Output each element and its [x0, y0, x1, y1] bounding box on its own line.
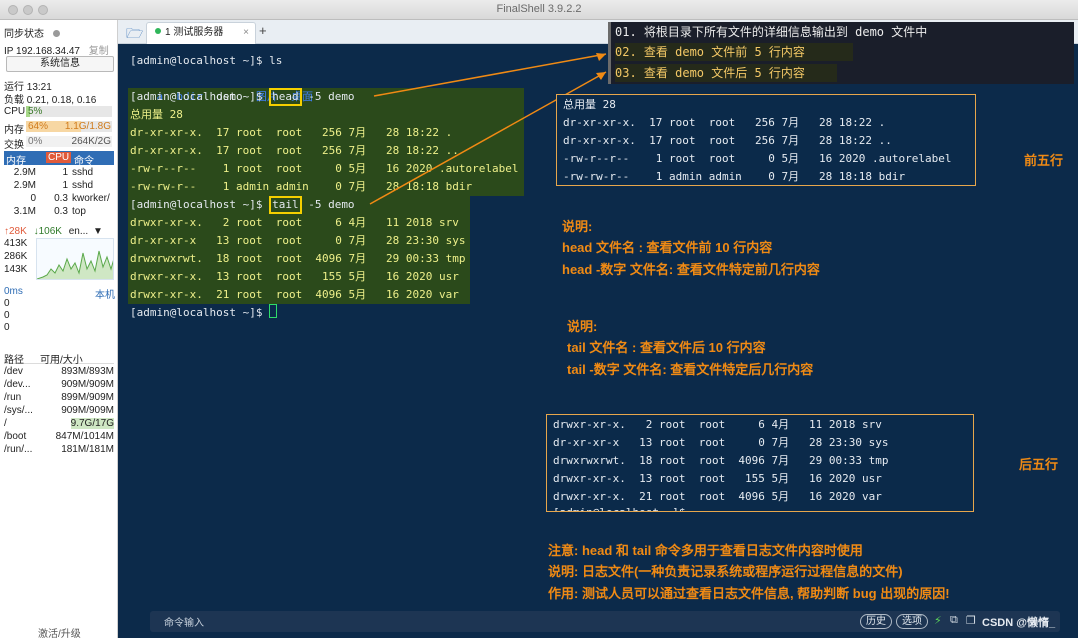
window-title: FinalShell 3.9.2.2	[496, 3, 582, 15]
mem-percent: 64%	[28, 121, 49, 132]
frame-line: dr-xr-xr-x 13 root root 0 7月 28 23:30 sy…	[553, 436, 889, 449]
head-output-frame: 总用量 28 dr-xr-xr-x. 17 root root 256 7月 2…	[556, 94, 976, 186]
net-interface-select[interactable]: en...	[69, 226, 88, 237]
frame-line: dr-xr-xr-x. 17 root root 256 7月 28 18:22…	[563, 116, 886, 129]
latency-scale-0: 0	[4, 298, 10, 309]
paste-icon[interactable]: ❐	[966, 614, 976, 627]
mem-value: 1.1G/1.8G	[64, 121, 111, 132]
table-row[interactable]: /sys/... 909M/909M	[4, 405, 114, 418]
tab-label: 1 测试服务器	[165, 27, 224, 38]
copy-icon[interactable]: ⧉	[950, 614, 958, 627]
net-scale-1: 286K	[4, 251, 28, 262]
load-average: 负载 0.21, 0.18, 0.16	[4, 95, 97, 106]
ip-row: IP 192.168.34.47 复制	[4, 42, 109, 57]
swap-meter: 0% 264K/2G	[26, 136, 112, 147]
title-bar: FinalShell 3.9.2.2	[0, 0, 1078, 20]
frame-line: -rw-r--r-- 1 root root 0 5月 16 2020 .aut…	[563, 152, 952, 165]
table-row[interactable]: /boot 847M/1014M	[4, 431, 114, 444]
fs-header-path[interactable]: 路径	[4, 351, 24, 366]
sync-status: 同步状态	[4, 25, 60, 40]
chevron-down-icon[interactable]: ▼	[93, 226, 103, 237]
swap-percent: 0%	[28, 136, 43, 147]
proc-header-cpu[interactable]: CPU	[46, 152, 72, 163]
table-row[interactable]: /dev... 909M/909M	[4, 379, 114, 392]
sysinfo-button[interactable]: 系统信息	[6, 56, 114, 72]
options-button[interactable]: 选项	[896, 614, 928, 629]
tab-test-server[interactable]: 1 测试服务器 ×	[146, 22, 256, 44]
table-row[interactable]: 3.1M 0.3 top	[4, 206, 114, 219]
command-input-bar[interactable]: 命令输入 历史 选项 ⚡ ⧉ ❐ CSDN @懒惰_	[150, 611, 1060, 632]
status-dot-icon	[52, 30, 60, 37]
history-button[interactable]: 历史	[860, 614, 892, 629]
frame-line: drwxr-xr-x. 13 root root 155 5月 16 2020 …	[553, 472, 882, 485]
table-row[interactable]: 2.9M 1 sshd	[4, 180, 114, 193]
frame-line: [admin@localhost ~]$	[553, 504, 685, 511]
network-row: ↑28K ↓106K en... ▼	[4, 226, 103, 237]
frame-line: drwxrwxrwt. 18 root root 4096 7月 29 00:3…	[553, 454, 889, 467]
sync-status-label: 同步状态	[4, 29, 44, 40]
frame-line: drwxr-xr-x. 2 root root 6 4月 11 2018 srv	[553, 418, 882, 431]
steps-panel: 01. 将根目录下所有文件的详细信息输出到 demo 文件中 02. 查看 de…	[608, 22, 1074, 84]
table-row[interactable]: /9.7G/17G	[4, 418, 114, 431]
note-tail-title: 说明:	[567, 319, 598, 334]
watermark: CSDN @懒惰_	[982, 617, 1056, 629]
frame-line: dr-xr-xr-x. 17 root root 256 7月 28 18:22…	[563, 134, 892, 147]
upgrade-link[interactable]: 激活/升级	[38, 625, 81, 638]
net-scale-2: 143K	[4, 264, 28, 275]
annotation-arrows	[369, 53, 607, 205]
arrow-line	[373, 53, 607, 97]
cpu-value: 5%	[28, 106, 43, 117]
tail-output-frame: drwxr-xr-x. 2 root root 6 4月 11 2018 srv…	[546, 414, 974, 512]
arrow-head-icon	[596, 53, 606, 61]
latency-value: 0ms	[4, 286, 23, 297]
net-scale-0: 413K	[4, 238, 28, 249]
step-3: 03. 查看 demo 文件后 5 行内容	[615, 64, 837, 82]
step-1: 01. 将根目录下所有文件的详细信息输出到 demo 文件中	[615, 25, 928, 39]
table-row[interactable]: 0 0.3 kworker/	[4, 193, 114, 206]
step-2: 02. 查看 demo 文件前 5 行内容	[615, 43, 853, 61]
swap-label: 交换	[4, 140, 24, 151]
net-down: ↓106K	[33, 226, 62, 237]
note-head-1: head 文件名 : 查看文件前 10 行内容	[562, 240, 773, 255]
latency-scale-2: 0	[4, 322, 10, 333]
tail-side-label: 后五行	[1019, 457, 1059, 472]
frame-line: 总用量 28	[563, 98, 616, 111]
command-input[interactable]: 命令输入	[164, 614, 204, 629]
proc-header-cmd[interactable]: 命令	[74, 152, 94, 167]
latency-scale-1: 0	[4, 310, 10, 321]
note-bottom-1: 注意: head 和 tail 命令多用于查看日志文件内容时使用	[548, 543, 863, 558]
head-side-label: 前五行	[1024, 153, 1064, 168]
network-graph	[36, 238, 114, 280]
fs-table-header: 路径 可用/大小	[4, 351, 114, 366]
cpu-label: CPU	[4, 106, 26, 117]
note-head-title: 说明:	[562, 219, 593, 234]
table-row[interactable]: /run/... 181M/181M	[4, 444, 114, 457]
mem-label: 内存	[4, 125, 24, 136]
sidebar: 同步状态 IP 192.168.34.47 复制 系统信息 运行 13:21 负…	[0, 20, 118, 638]
net-up: ↑28K	[4, 226, 27, 237]
lightning-icon[interactable]: ⚡	[934, 614, 942, 627]
table-row[interactable]: /dev 893M/893M	[4, 366, 114, 379]
network-graph-svg	[37, 250, 113, 279]
note-tail-2: tail -数字 文件名: 查看文件特定后几行内容	[567, 362, 814, 377]
cpu-meter: 5%	[26, 106, 112, 117]
close-tab-icon[interactable]: ×	[243, 23, 249, 43]
table-row[interactable]: 2.9M 1 sshd	[4, 167, 114, 180]
proc-header-mem[interactable]: 内存	[6, 152, 26, 167]
table-row[interactable]: /run 899M/909M	[4, 392, 114, 405]
process-table-header: 内存 CPU 命令	[4, 151, 114, 167]
note-bottom-3: 作用: 测试人员可以通过查看日志文件信息, 帮助判断 bug 出现的原因!	[548, 586, 950, 601]
add-tab-button[interactable]: +	[259, 23, 267, 38]
mem-meter: 64% 1.1G/1.8G	[26, 121, 112, 132]
frame-line: -rw-rw-r-- 1 admin admin 0 7月 28 18:18 b…	[563, 170, 906, 183]
fs-header-size[interactable]: 可用/大小	[40, 351, 83, 366]
connected-dot-icon	[155, 28, 161, 34]
swap-value: 264K/2G	[71, 136, 111, 147]
latency-host[interactable]: 本机	[95, 286, 115, 301]
note-bottom-2: 说明: 日志文件(一种负责记录系统或程序运行过程信息的文件)	[548, 564, 903, 579]
note-tail-1: tail 文件名 : 查看文件后 10 行内容	[567, 340, 766, 355]
note-head-2: head -数字 文件名: 查看文件特定前几行内容	[562, 262, 820, 277]
